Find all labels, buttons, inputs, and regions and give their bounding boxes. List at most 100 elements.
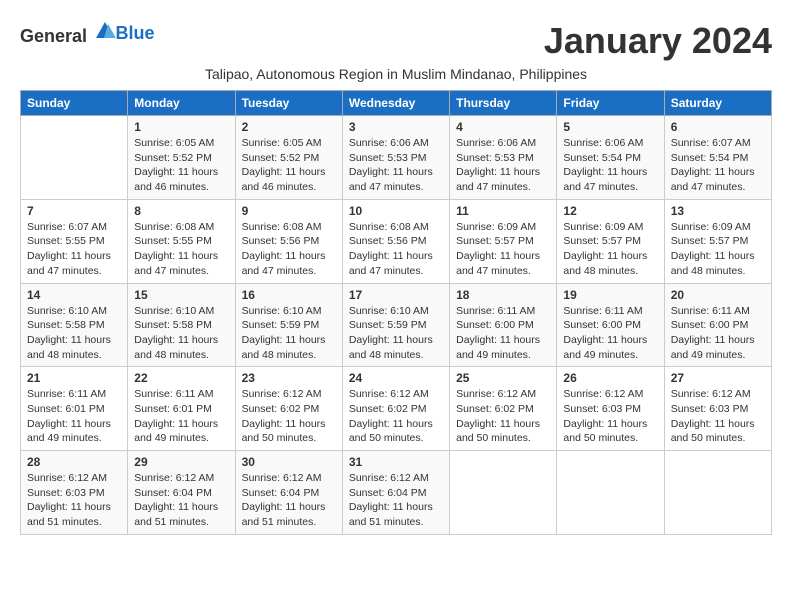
day-info: Sunrise: 6:12 AMSunset: 6:03 PMDaylight:… [671,387,765,446]
day-number: 22 [134,371,228,385]
logo-icon [94,20,116,42]
day-number: 1 [134,120,228,134]
calendar-cell: 12 Sunrise: 6:09 AMSunset: 5:57 PMDayligh… [557,199,664,283]
calendar-week-3: 14 Sunrise: 6:10 AMSunset: 5:58 PMDayligh… [21,283,772,367]
day-info: Sunrise: 6:12 AMSunset: 6:04 PMDaylight:… [349,471,443,530]
day-number: 8 [134,204,228,218]
calendar-cell: 27Sunrise: 6:12 AMSunset: 6:03 PMDayligh… [664,367,771,451]
calendar-cell: 11 Sunrise: 6:09 AMSunset: 5:57 PMDayligh… [450,199,557,283]
day-number: 20 [671,288,765,302]
calendar-cell [557,451,664,535]
day-info: Sunrise: 6:11 AMSunset: 6:01 PMDaylight:… [134,387,228,446]
calendar-cell [21,116,128,200]
day-number: 10 [349,204,443,218]
day-number: 11 [456,204,550,218]
day-info: Sunrise: 6:11 AMSunset: 6:00 PMDaylight:… [671,304,765,363]
header-friday: Friday [557,91,664,116]
day-info: Sunrise: 6:12 AMSunset: 6:04 PMDaylight:… [242,471,336,530]
day-info: Sunrise: 6:10 AMSunset: 5:58 PMDaylight:… [134,304,228,363]
day-number: 5 [563,120,657,134]
calendar-cell: 22 Sunrise: 6:11 AMSunset: 6:01 PMDayligh… [128,367,235,451]
calendar-header-row: SundayMondayTuesdayWednesdayThursdayFrid… [21,91,772,116]
day-number: 15 [134,288,228,302]
day-info: Sunrise: 6:07 AMSunset: 5:55 PMDaylight:… [27,220,121,279]
day-info: Sunrise: 6:09 AMSunset: 5:57 PMDaylight:… [671,220,765,279]
logo-blue: Blue [116,23,155,43]
day-number: 19 [563,288,657,302]
day-info: Sunrise: 6:05 AMSunset: 5:52 PMDaylight:… [134,136,228,195]
day-info: Sunrise: 6:06 AMSunset: 5:53 PMDaylight:… [349,136,443,195]
calendar-cell: 20 Sunrise: 6:11 AMSunset: 6:00 PMDayligh… [664,283,771,367]
day-info: Sunrise: 6:09 AMSunset: 5:57 PMDaylight:… [563,220,657,279]
calendar-cell: 3 Sunrise: 6:06 AMSunset: 5:53 PMDaylight… [342,116,449,200]
day-number: 18 [456,288,550,302]
calendar-cell [664,451,771,535]
day-number: 2 [242,120,336,134]
calendar-cell: 5 Sunrise: 6:06 AMSunset: 5:54 PMDaylight… [557,116,664,200]
day-info: Sunrise: 6:12 AMSunset: 6:03 PMDaylight:… [27,471,121,530]
calendar-cell: 10 Sunrise: 6:08 AMSunset: 5:56 PMDayligh… [342,199,449,283]
day-number: 3 [349,120,443,134]
calendar-cell: 8 Sunrise: 6:08 AMSunset: 5:55 PMDaylight… [128,199,235,283]
calendar-body: 1 Sunrise: 6:05 AMSunset: 5:52 PMDaylight… [21,116,772,535]
calendar-cell: 9 Sunrise: 6:08 AMSunset: 5:56 PMDaylight… [235,199,342,283]
day-number: 12 [563,204,657,218]
day-number: 9 [242,204,336,218]
calendar-week-1: 1 Sunrise: 6:05 AMSunset: 5:52 PMDaylight… [21,116,772,200]
calendar-cell: 30 Sunrise: 6:12 AMSunset: 6:04 PMDayligh… [235,451,342,535]
calendar-cell: 25Sunrise: 6:12 AMSunset: 6:02 PMDayligh… [450,367,557,451]
calendar-cell: 17Sunrise: 6:10 AMSunset: 5:59 PMDayligh… [342,283,449,367]
day-info: Sunrise: 6:08 AMSunset: 5:56 PMDaylight:… [349,220,443,279]
day-number: 13 [671,204,765,218]
header-wednesday: Wednesday [342,91,449,116]
calendar-cell: 28 Sunrise: 6:12 AMSunset: 6:03 PMDayligh… [21,451,128,535]
calendar-week-2: 7Sunrise: 6:07 AMSunset: 5:55 PMDaylight… [21,199,772,283]
day-number: 26 [563,371,657,385]
day-number: 17 [349,288,443,302]
calendar-cell [450,451,557,535]
calendar-table: SundayMondayTuesdayWednesdayThursdayFrid… [20,90,772,535]
calendar-cell: 6Sunrise: 6:07 AMSunset: 5:54 PMDaylight… [664,116,771,200]
calendar-cell: 24Sunrise: 6:12 AMSunset: 6:02 PMDayligh… [342,367,449,451]
calendar-week-5: 28 Sunrise: 6:12 AMSunset: 6:03 PMDayligh… [21,451,772,535]
month-title: January 2024 [544,20,772,62]
header-tuesday: Tuesday [235,91,342,116]
calendar-cell: 29Sunrise: 6:12 AMSunset: 6:04 PMDayligh… [128,451,235,535]
day-info: Sunrise: 6:12 AMSunset: 6:02 PMDaylight:… [456,387,550,446]
day-number: 21 [27,371,121,385]
calendar-cell: 7Sunrise: 6:07 AMSunset: 5:55 PMDaylight… [21,199,128,283]
day-number: 28 [27,455,121,469]
logo-general: General [20,26,87,46]
page-header: General Blue January 2024 [20,20,772,62]
header-saturday: Saturday [664,91,771,116]
day-number: 16 [242,288,336,302]
day-number: 23 [242,371,336,385]
day-number: 29 [134,455,228,469]
day-info: Sunrise: 6:06 AMSunset: 5:54 PMDaylight:… [563,136,657,195]
calendar-cell: 15 Sunrise: 6:10 AMSunset: 5:58 PMDayligh… [128,283,235,367]
calendar-cell: 23 Sunrise: 6:12 AMSunset: 6:02 PMDayligh… [235,367,342,451]
day-number: 31 [349,455,443,469]
calendar-subtitle: Talipao, Autonomous Region in Muslim Min… [20,66,772,82]
day-info: Sunrise: 6:11 AMSunset: 6:00 PMDaylight:… [563,304,657,363]
day-info: Sunrise: 6:05 AMSunset: 5:52 PMDaylight:… [242,136,336,195]
day-number: 14 [27,288,121,302]
calendar-cell: 1 Sunrise: 6:05 AMSunset: 5:52 PMDaylight… [128,116,235,200]
day-info: Sunrise: 6:11 AMSunset: 6:00 PMDaylight:… [456,304,550,363]
calendar-cell: 4Sunrise: 6:06 AMSunset: 5:53 PMDaylight… [450,116,557,200]
calendar-cell: 18 Sunrise: 6:11 AMSunset: 6:00 PMDayligh… [450,283,557,367]
day-number: 24 [349,371,443,385]
calendar-cell: 21Sunrise: 6:11 AMSunset: 6:01 PMDayligh… [21,367,128,451]
day-info: Sunrise: 6:08 AMSunset: 5:55 PMDaylight:… [134,220,228,279]
day-info: Sunrise: 6:09 AMSunset: 5:57 PMDaylight:… [456,220,550,279]
calendar-cell: 31 Sunrise: 6:12 AMSunset: 6:04 PMDayligh… [342,451,449,535]
header-sunday: Sunday [21,91,128,116]
day-info: Sunrise: 6:12 AMSunset: 6:02 PMDaylight:… [242,387,336,446]
day-info: Sunrise: 6:08 AMSunset: 5:56 PMDaylight:… [242,220,336,279]
day-info: Sunrise: 6:12 AMSunset: 6:03 PMDaylight:… [563,387,657,446]
header-thursday: Thursday [450,91,557,116]
calendar-cell: 2 Sunrise: 6:05 AMSunset: 5:52 PMDaylight… [235,116,342,200]
day-number: 30 [242,455,336,469]
calendar-cell: 13 Sunrise: 6:09 AMSunset: 5:57 PMDayligh… [664,199,771,283]
calendar-cell: 14Sunrise: 6:10 AMSunset: 5:58 PMDayligh… [21,283,128,367]
